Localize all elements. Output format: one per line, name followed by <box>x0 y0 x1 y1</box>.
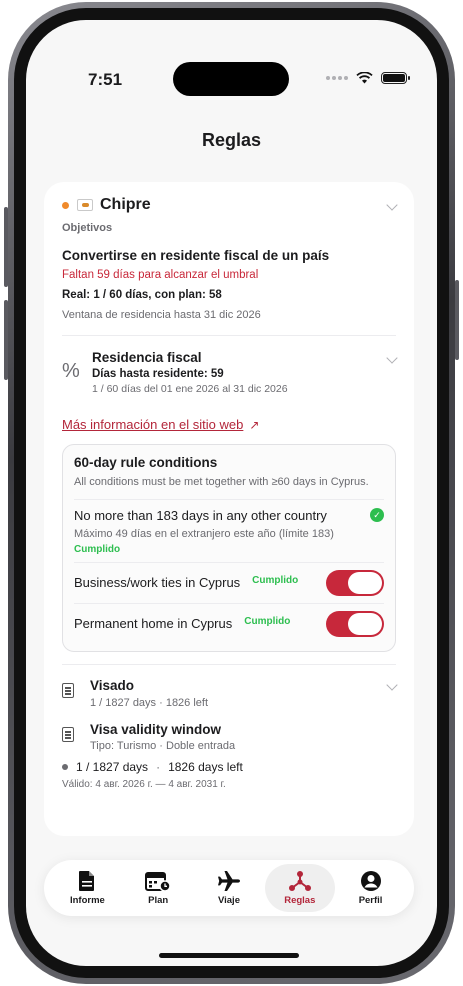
check-circle-icon: ✓ <box>370 508 384 523</box>
wifi-icon <box>356 72 373 84</box>
visa-window-title: Visa validity window <box>90 721 222 737</box>
business-ties-toggle[interactable] <box>326 569 384 596</box>
more-info-link[interactable]: Más información en el sitio web ↗ <box>62 417 396 432</box>
condition-label: No more than 183 days in any other count… <box>74 507 327 523</box>
tab-informe[interactable]: Informe <box>52 864 122 912</box>
visa-section[interactable]: Visado 1 / 1827 days · 1826 left <box>62 677 398 709</box>
page-title: Reglas <box>201 130 262 150</box>
country-card: Chipre Objetivos Convertirse en resident… <box>44 182 414 836</box>
chevron-down-icon[interactable] <box>386 679 398 692</box>
visa-window-section: Visa validity window Tipo: Turismo · Dob… <box>62 722 396 752</box>
cyprus-flag-icon <box>77 199 93 211</box>
condition-label: Business/work ties in Cyprus <box>74 575 241 591</box>
visa-progress: 1 / 1827 days <box>76 759 149 774</box>
status-icons <box>326 72 410 84</box>
calendar-clock-icon <box>145 872 171 892</box>
conditions-box: 60-day rule conditions All conditions mu… <box>62 444 396 652</box>
condition-status: Cumplido <box>74 543 121 555</box>
person-icon <box>360 871 381 891</box>
goal-title: Convertirse en residente fiscal de un pa… <box>62 248 330 263</box>
permanent-home-toggle[interactable] <box>326 610 384 637</box>
document-icon <box>62 726 74 742</box>
screen: 7:51 Reglas Chipre Objetivos Convertirse… <box>26 20 437 966</box>
status-dot <box>62 201 69 209</box>
status-time: 7:51 <box>88 70 123 89</box>
tab-reglas[interactable]: Reglas <box>264 864 335 912</box>
condition-row: Business/work ties in Cyprus Cumplido <box>74 563 384 603</box>
visa-type: Tipo: Turismo · Doble entrada <box>90 739 236 752</box>
volume-up-button <box>4 207 8 287</box>
divider <box>62 335 396 336</box>
condition-label: Permanent home in Cyprus <box>74 616 233 632</box>
country-header[interactable]: Chipre <box>62 196 398 214</box>
tax-residency-section[interactable]: % Residencia fiscal Días hasta residente… <box>62 350 398 395</box>
tab-label: Informe <box>69 895 105 906</box>
goal-window: Ventana de residencia hasta 31 dic 2026 <box>62 309 261 321</box>
percent-icon: % <box>62 360 80 382</box>
condition-row: Permanent home in Cyprus Cumplido <box>74 604 384 641</box>
conditions-description: All conditions must be met together with… <box>74 476 369 488</box>
country-name: Chipre <box>100 196 151 213</box>
condition-status: Cumplido <box>252 575 299 587</box>
phone-bezel: 7:51 Reglas Chipre Objetivos Convertirse… <box>14 8 449 978</box>
tax-title: Residencia fiscal <box>92 350 202 365</box>
chevron-down-icon[interactable] <box>386 351 398 364</box>
tab-label: Viaje <box>217 895 240 906</box>
volume-down-button <box>4 300 8 380</box>
section-label: Objetivos <box>62 222 113 234</box>
divider <box>62 663 396 665</box>
visa-progress-row: 1 / 1827 days · 1826 days left <box>62 760 396 774</box>
tab-viaje[interactable]: Viaje <box>194 864 264 912</box>
more-info-link-text[interactable]: Más información en el sitio web <box>62 417 243 432</box>
separator: · <box>156 759 161 774</box>
external-link-icon: ↗ <box>249 417 260 432</box>
tax-days-left: Días hasta residente: 59 <box>92 368 224 380</box>
battery-icon <box>381 72 410 84</box>
phone-frame: 7:51 Reglas Chipre Objetivos Convertirse… <box>4 2 459 984</box>
document-icon <box>62 682 74 698</box>
condition-status: Cumplido <box>244 616 291 628</box>
visa-title: Visado <box>90 677 135 693</box>
tab-plan[interactable]: Plan <box>123 864 193 912</box>
dynamic-island <box>173 62 289 96</box>
goal-real: Real: 1 / 60 días, con plan: 58 <box>62 289 222 301</box>
visa-left: 1826 days left <box>168 759 243 774</box>
network-icon <box>288 871 311 891</box>
document-icon <box>79 871 95 891</box>
condition-detail: Máximo 49 días en el extranjero este año… <box>74 527 334 540</box>
visa-days: 1 / 1827 days · 1826 left <box>90 696 209 709</box>
tab-perfil[interactable]: Perfil <box>336 864 406 912</box>
visa-valid: Válido: 4 авг. 2026 г. — 4 авг. 2031 г. <box>62 778 226 790</box>
tax-range: 1 / 60 días del 01 ene 2026 al 31 dic 20… <box>92 383 288 395</box>
cellular-icon <box>326 76 348 80</box>
condition-row: No more than 183 days in any other count… <box>74 500 384 555</box>
conditions-title: 60-day rule conditions <box>74 455 218 470</box>
tab-label: Perfil <box>358 895 383 906</box>
goal-warning: Faltan 59 días para alcanzar el umbral <box>62 269 259 281</box>
home-indicator <box>159 953 299 958</box>
power-button <box>455 280 459 360</box>
tab-label: Plan <box>148 895 169 906</box>
tab-label: Reglas <box>284 895 316 906</box>
airplane-icon <box>217 871 240 891</box>
chevron-down-icon[interactable] <box>386 199 398 211</box>
tab-bar: Informe Plan Viaje Reglas Perfil <box>44 860 414 916</box>
progress-dot <box>62 763 68 770</box>
